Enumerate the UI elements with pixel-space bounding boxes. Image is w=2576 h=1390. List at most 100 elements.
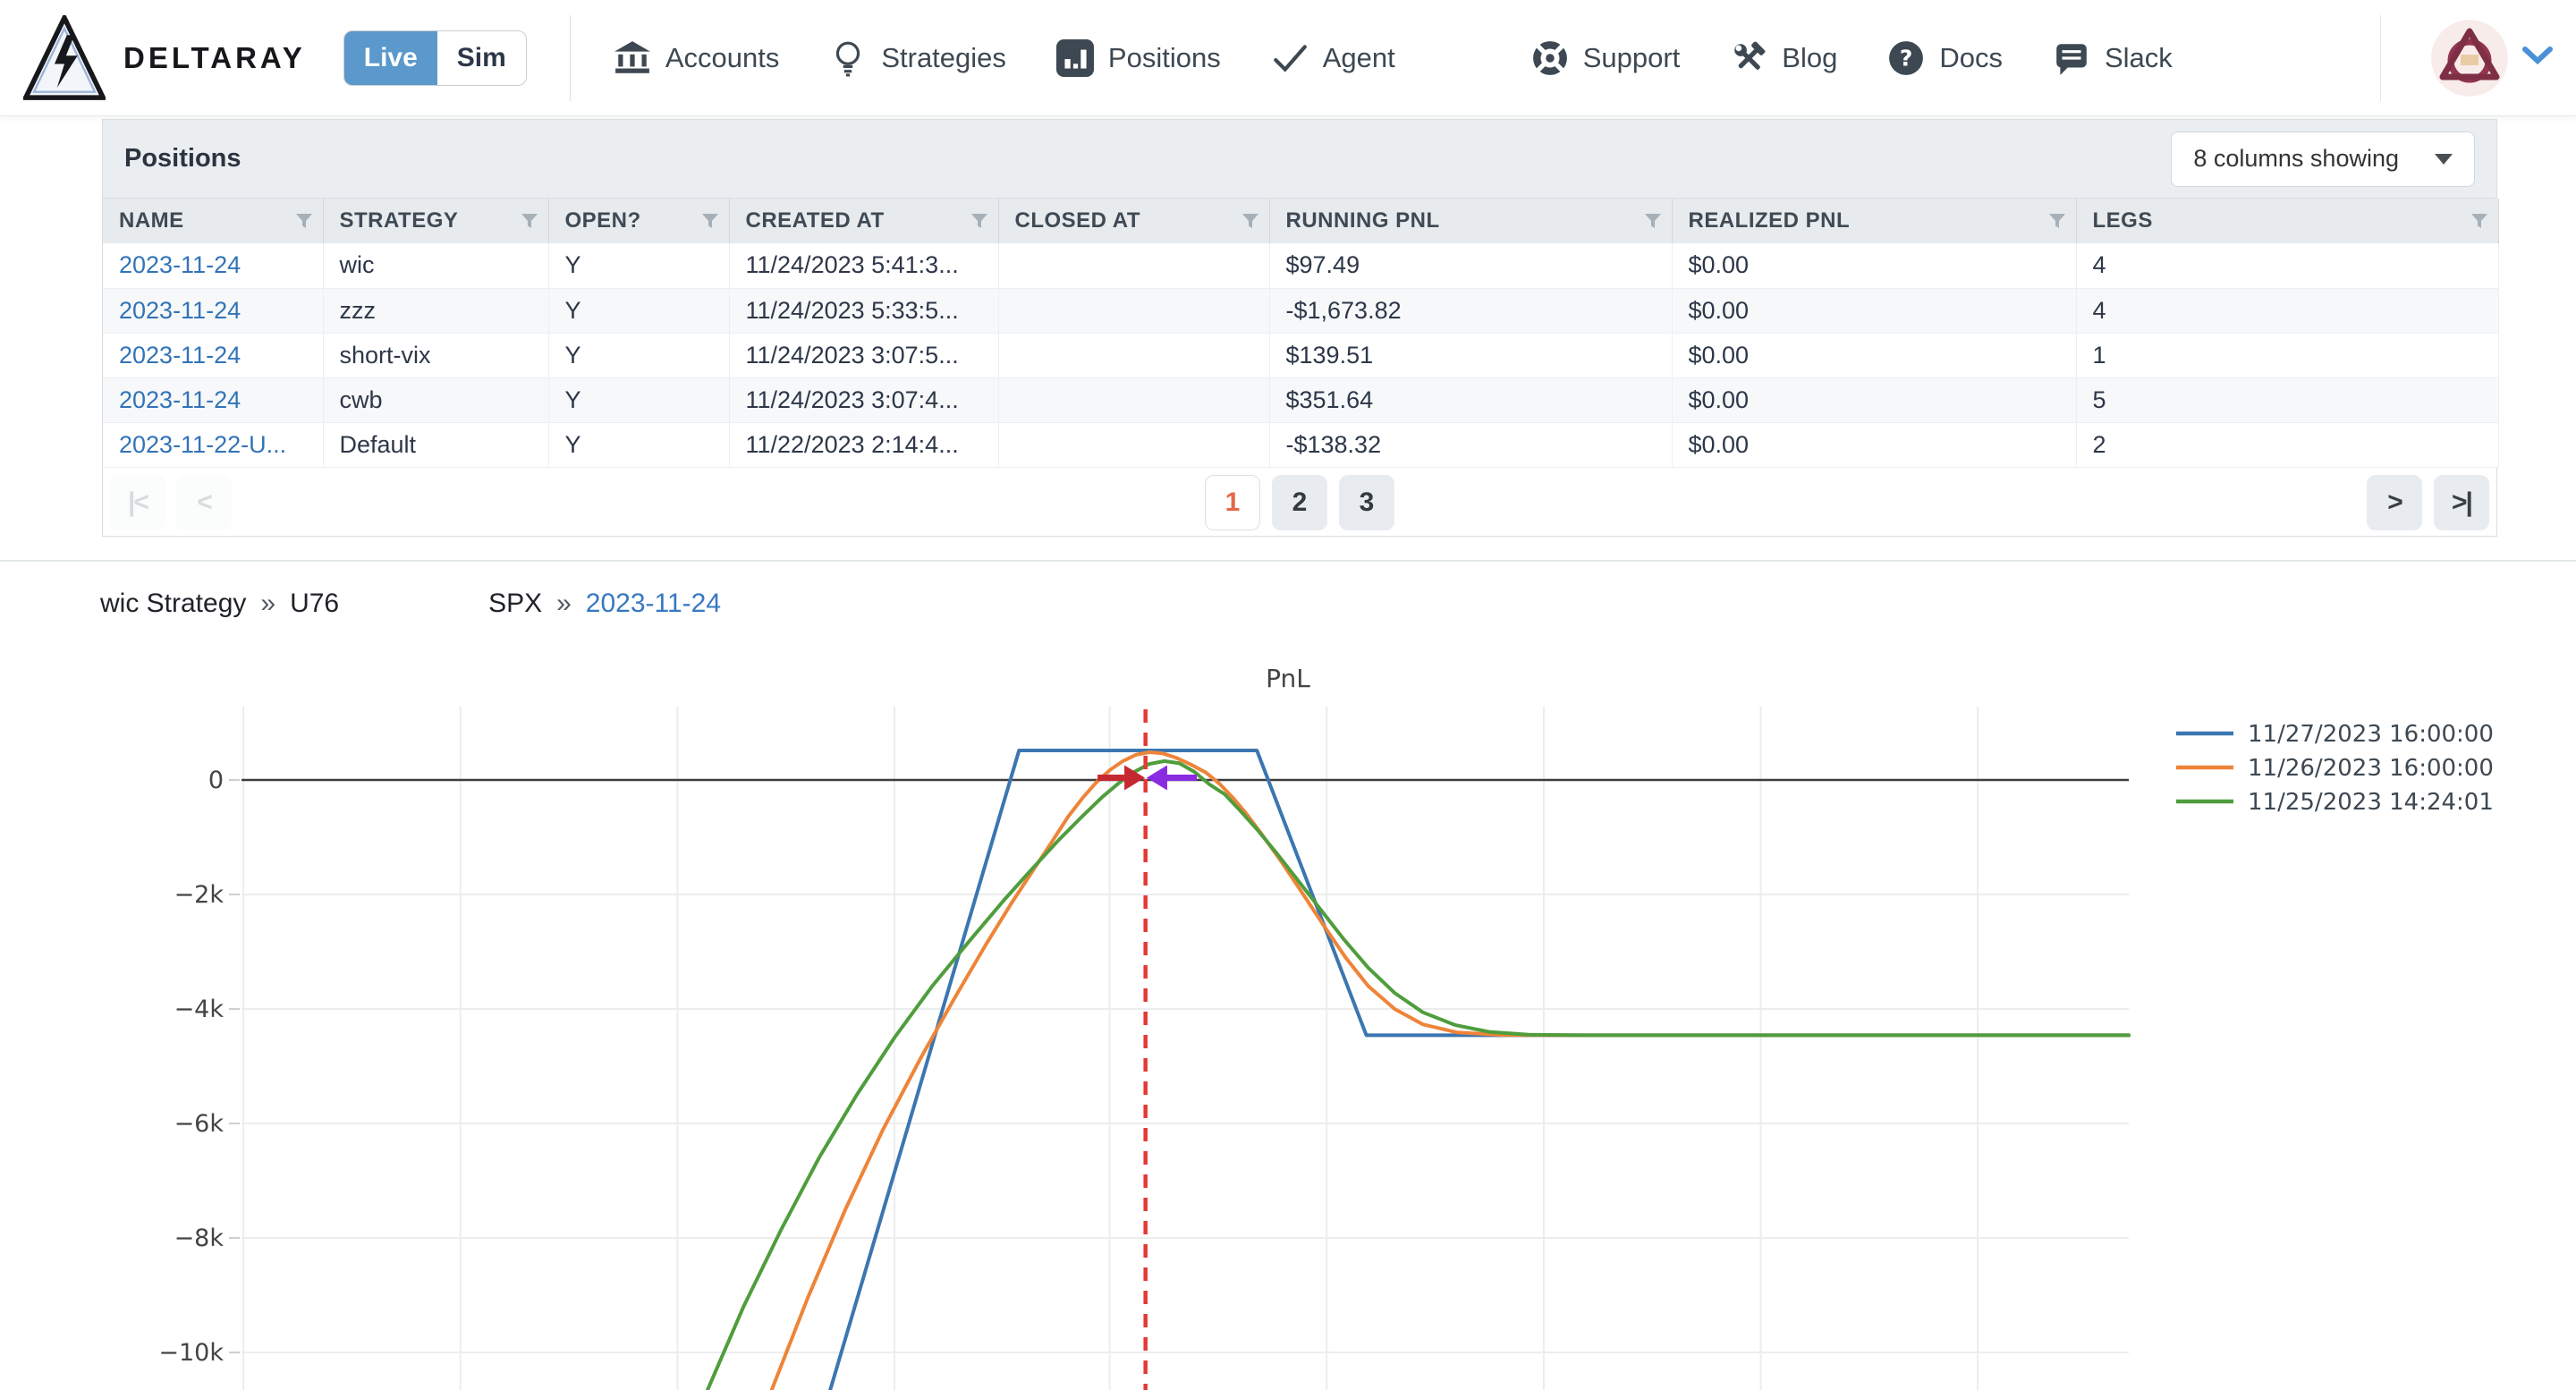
nav-item-label: Support bbox=[1582, 41, 1681, 73]
nav-item-positions[interactable]: Positions bbox=[1055, 38, 1221, 77]
page-button-1[interactable]: 1 bbox=[1205, 474, 1260, 530]
sim-toggle[interactable]: Sim bbox=[436, 30, 526, 85]
positions-table: NAME STRATEGY OPEN? CREATED AT CLOSED AT… bbox=[103, 199, 2499, 468]
pagination: |< < 1 2 3 > >| bbox=[103, 468, 2496, 538]
nav-item-label: Accounts bbox=[665, 41, 780, 73]
filter-icon[interactable] bbox=[2470, 211, 2489, 231]
cell-open: Y bbox=[548, 422, 730, 468]
y-tick-label: −2k bbox=[174, 881, 225, 909]
filter-icon[interactable] bbox=[294, 211, 314, 231]
nav-item-slack[interactable]: Slack bbox=[2053, 39, 2173, 77]
life-ring-icon bbox=[1531, 39, 1569, 77]
cell-running-pnl: -$1,673.82 bbox=[1269, 288, 1673, 334]
nav-item-support[interactable]: Support bbox=[1531, 39, 1681, 77]
page-button-2[interactable]: 2 bbox=[1272, 474, 1327, 530]
cell-running-pnl: $139.51 bbox=[1269, 333, 1673, 378]
column-header: NAME bbox=[119, 208, 184, 233]
chat-icon bbox=[2053, 39, 2090, 77]
nav-right-divider bbox=[2380, 14, 2381, 101]
nav-item-label: Strategies bbox=[881, 41, 1006, 73]
filter-icon[interactable] bbox=[520, 211, 539, 231]
table-row: 2023-11-22-U... Default Y 11/22/2023 2:1… bbox=[103, 422, 2499, 468]
brand[interactable]: DELTARAY bbox=[23, 14, 306, 101]
breadcrumb-strategy: wic Strategy bbox=[100, 589, 247, 618]
nav-item-accounts[interactable]: Accounts bbox=[614, 39, 780, 77]
cell-realized-pnl: $0.00 bbox=[1672, 333, 2077, 378]
last-page-button[interactable]: >| bbox=[2434, 474, 2489, 530]
column-header: RUNNING PNL bbox=[1285, 208, 1440, 233]
table-row: 2023-11-24 zzz Y 11/24/2023 5:33:5... -$… bbox=[103, 288, 2499, 334]
column-header: LEGS bbox=[2092, 208, 2153, 233]
cell-closed-at bbox=[998, 333, 1270, 378]
nav-item-label: Docs bbox=[1939, 41, 2003, 73]
position-name-link[interactable]: 2023-11-24 bbox=[119, 251, 241, 278]
cell-open: Y bbox=[548, 377, 730, 423]
page: DELTARAY Live Sim Accounts Strategies Po… bbox=[0, 0, 2576, 1390]
positions-panel-header: Positions 8 columns showing bbox=[103, 120, 2496, 199]
breadcrumb-separator: » bbox=[260, 589, 276, 618]
position-name-link[interactable]: 2023-11-22-U... bbox=[119, 431, 286, 458]
avatar[interactable] bbox=[2431, 19, 2508, 97]
position-name-link[interactable]: 2023-11-24 bbox=[119, 297, 241, 324]
cell-strategy: Default bbox=[323, 422, 549, 468]
live-sim-toggle: Live Sim bbox=[343, 30, 527, 86]
chart-title: PnL bbox=[1266, 664, 1310, 693]
live-toggle[interactable]: Live bbox=[343, 30, 437, 85]
first-page-button[interactable]: |< bbox=[110, 474, 165, 530]
nav-item-docs[interactable]: ? Docs bbox=[1887, 39, 2003, 77]
nav-right bbox=[2380, 14, 2553, 101]
filter-icon[interactable] bbox=[2047, 211, 2067, 231]
lightbulb-icon bbox=[829, 39, 867, 77]
cell-strategy: cwb bbox=[323, 377, 549, 423]
cell-running-pnl: $351.64 bbox=[1269, 377, 1673, 423]
breadcrumb-date-link[interactable]: 2023-11-24 bbox=[586, 589, 721, 619]
table-row: 2023-11-24 short-vix Y 11/24/2023 3:07:5… bbox=[103, 333, 2499, 378]
nav-divider bbox=[569, 14, 571, 101]
cell-closed-at bbox=[998, 422, 1270, 468]
tools-icon bbox=[1730, 39, 1767, 77]
position-name-link[interactable]: 2023-11-24 bbox=[119, 342, 241, 369]
arrow-head-left bbox=[1146, 765, 1167, 791]
cell-closed-at bbox=[998, 288, 1270, 334]
page-button-3[interactable]: 3 bbox=[1339, 474, 1394, 530]
y-tick-label: 0 bbox=[208, 767, 224, 794]
filter-icon[interactable] bbox=[1241, 211, 1260, 231]
next-page-button[interactable]: > bbox=[2367, 474, 2422, 530]
section-divider bbox=[0, 560, 2576, 562]
cell-created-at: 11/24/2023 3:07:4... bbox=[729, 377, 999, 423]
position-name-link[interactable]: 2023-11-24 bbox=[119, 386, 241, 413]
prev-page-button[interactable]: < bbox=[176, 474, 232, 530]
breadcrumb-account: U76 bbox=[290, 589, 340, 618]
nav-item-label: Slack bbox=[2104, 41, 2173, 73]
nav-item-label: Blog bbox=[1782, 41, 1838, 73]
columns-dropdown-value: 8 columns showing bbox=[2193, 145, 2399, 172]
nav-item-blog[interactable]: Blog bbox=[1730, 39, 1837, 77]
nav-item-label: Agent bbox=[1322, 41, 1395, 73]
legend-item[interactable]: 11/26/2023 16:00:00 bbox=[2176, 755, 2494, 782]
legend-item[interactable]: 11/27/2023 16:00:00 bbox=[2176, 721, 2494, 748]
cell-legs: 2 bbox=[2076, 422, 2499, 468]
filter-icon[interactable] bbox=[970, 211, 989, 231]
cell-running-pnl: -$138.32 bbox=[1269, 422, 1673, 468]
panel-title: Positions bbox=[124, 144, 242, 173]
cell-running-pnl: $97.49 bbox=[1269, 243, 1673, 289]
filter-icon[interactable] bbox=[1643, 211, 1663, 231]
column-header: STRATEGY bbox=[339, 208, 459, 233]
nav-item-agent[interactable]: Agent bbox=[1271, 39, 1395, 77]
cell-strategy: zzz bbox=[323, 288, 549, 334]
column-header: CLOSED AT bbox=[1014, 208, 1140, 233]
series-11/26/2023 16:00:00 bbox=[769, 750, 2131, 1390]
nav-item-strategies[interactable]: Strategies bbox=[829, 39, 1006, 77]
legend-item[interactable]: 11/25/2023 14:24:01 bbox=[2176, 789, 2494, 816]
column-header: CREATED AT bbox=[745, 208, 885, 233]
breadcrumb: wic Strategy » U76 SPX » 2023-11-24 bbox=[100, 589, 721, 619]
filter-icon[interactable] bbox=[700, 211, 720, 231]
cell-realized-pnl: $0.00 bbox=[1672, 377, 2077, 423]
columns-dropdown[interactable]: 8 columns showing bbox=[2171, 131, 2475, 187]
chevron-down-icon[interactable] bbox=[2522, 46, 2553, 70]
cell-legs: 4 bbox=[2076, 288, 2499, 334]
table-header-row: NAME STRATEGY OPEN? CREATED AT CLOSED AT… bbox=[103, 199, 2499, 243]
legend-label: 11/26/2023 16:00:00 bbox=[2248, 755, 2494, 782]
cell-closed-at bbox=[998, 243, 1270, 289]
nav-items: Accounts Strategies Positions Agent Supp… bbox=[614, 38, 2173, 77]
